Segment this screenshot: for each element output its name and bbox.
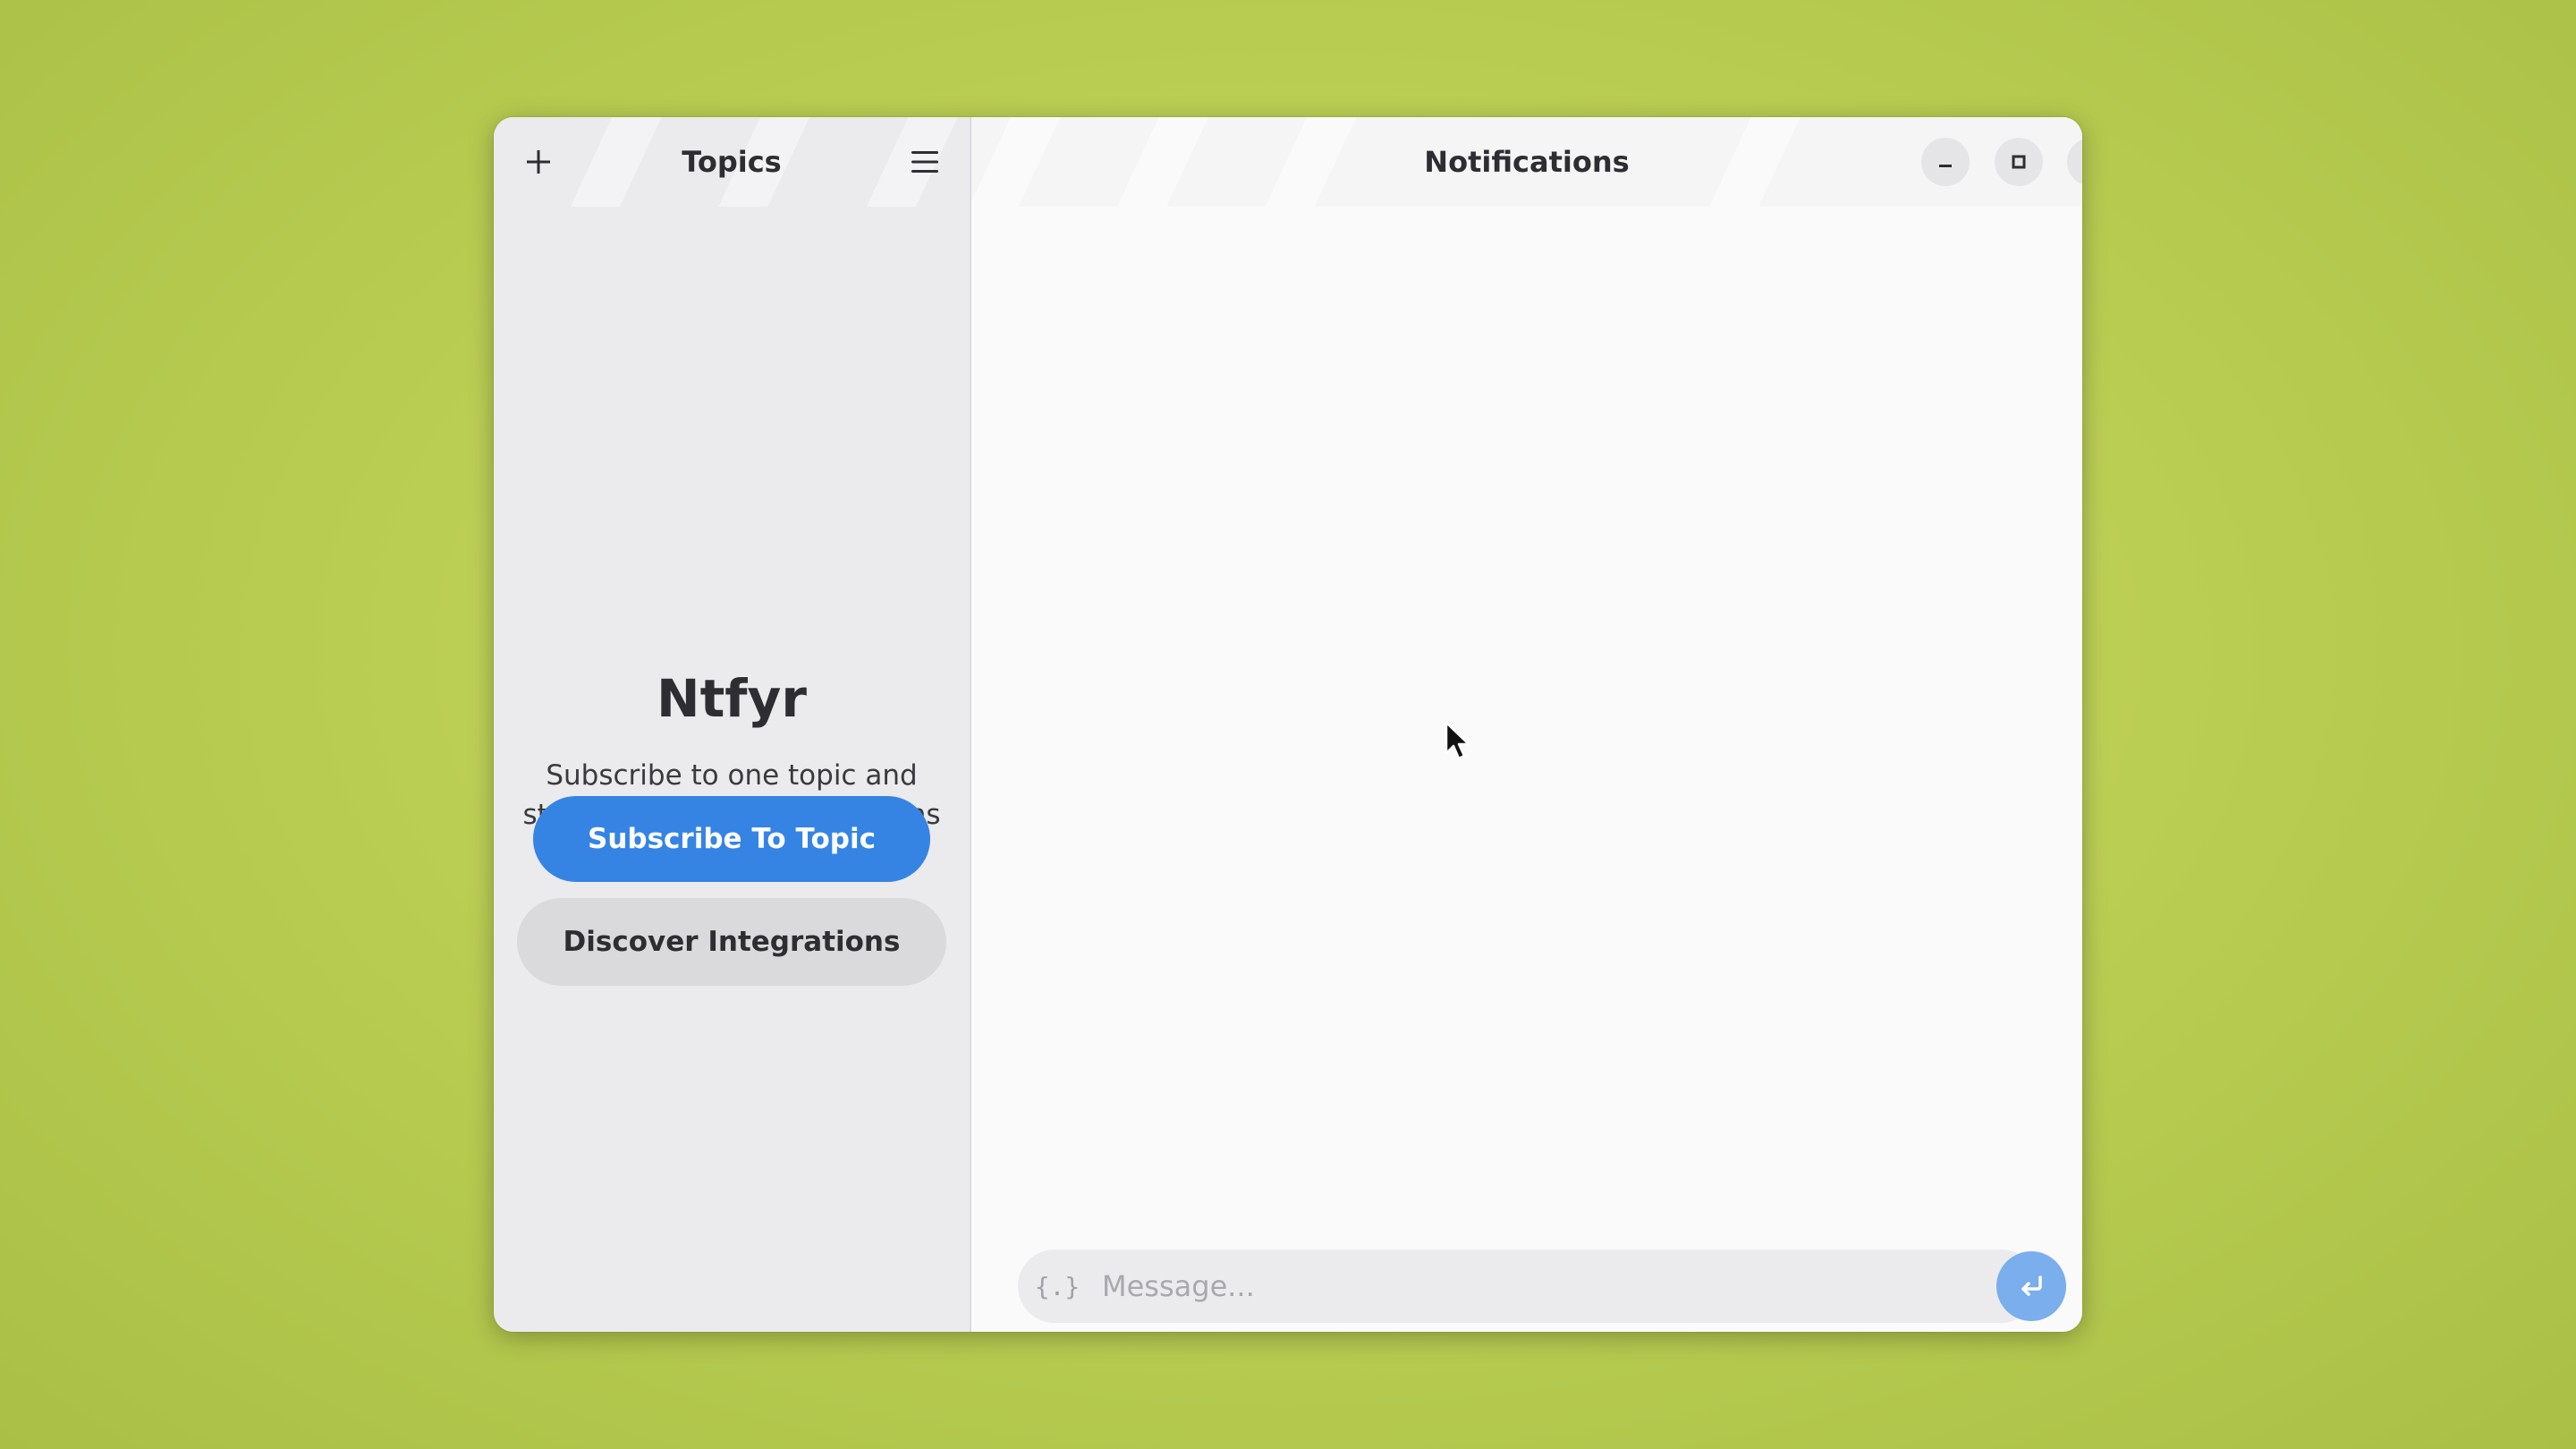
close-icon [2081,152,2082,172]
sidebar: Topics Ntfyr Subscribe to one topic and … [494,117,971,1332]
notifications-pane: Notifications {.} [971,117,2082,1332]
subscribe-to-topic-button[interactable]: Subscribe To Topic [533,796,930,882]
message-input[interactable] [1100,1254,2038,1318]
send-button[interactable] [1996,1251,2066,1321]
sidebar-header: Topics [494,117,970,207]
code-icon[interactable]: {.} [1030,1272,1084,1301]
enter-icon [2021,1275,2042,1296]
mouse-pointer-icon [1445,721,1470,760]
main-menu-button[interactable] [898,135,952,189]
hamburger-menu-icon [911,151,938,173]
minimize-icon [1939,165,1952,167]
app-window: Topics Ntfyr Subscribe to one topic and … [494,117,2082,1332]
minimize-button[interactable] [1921,138,1970,186]
app-name: Ntfyr [657,668,807,729]
discover-integrations-button[interactable]: Discover Integrations [517,898,946,986]
message-composer: {.} [1018,1250,2038,1323]
maximize-button[interactable] [1995,138,2043,186]
main-header: Notifications [971,117,2082,207]
main-title: Notifications [1424,145,1630,179]
maximize-icon [2012,155,2026,169]
